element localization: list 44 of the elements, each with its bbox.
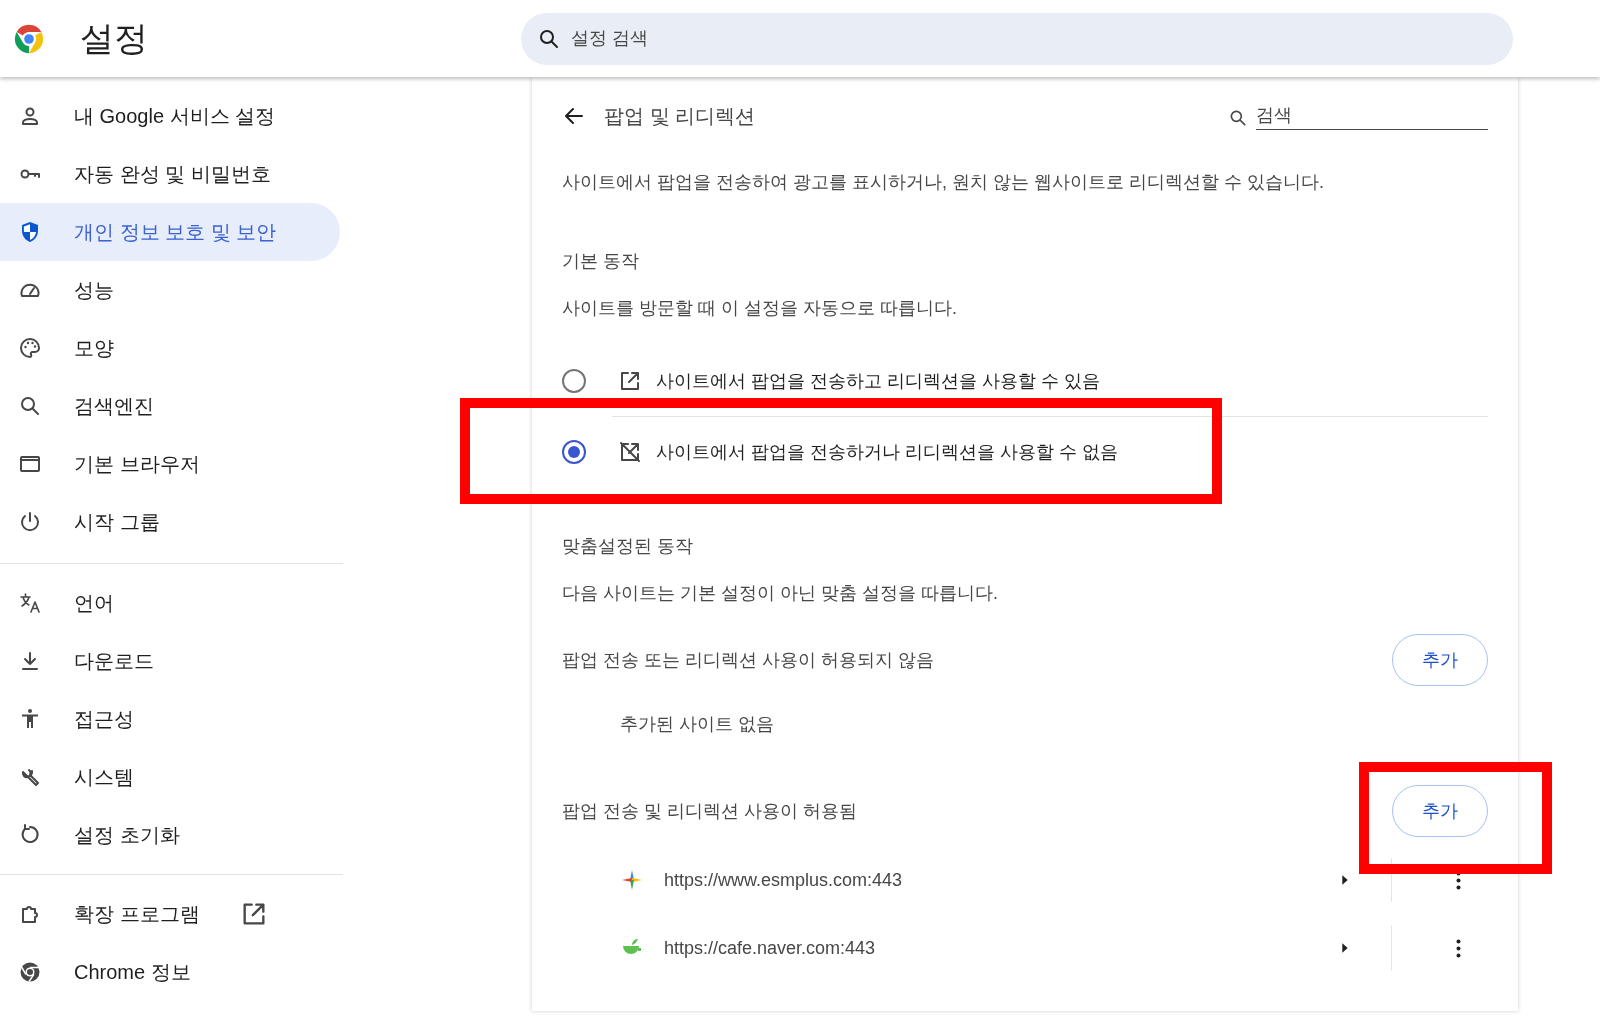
sidebar-item[interactable]: Chrome 정보: [0, 943, 340, 1001]
radio-button[interactable]: [562, 440, 586, 464]
site-url[interactable]: https://www.esmplus.com:443: [664, 866, 903, 894]
section-subtitle: 다음 사이트는 기본 설정이 아닌 맞춤 설정을 따릅니다.: [562, 582, 999, 605]
translate-icon: [18, 591, 42, 615]
chrome-icon: [18, 960, 42, 984]
search-icon: [18, 394, 42, 418]
option-label: 사이트에서 팝업을 전송하거나 리디렉션을 사용할 수 없음: [656, 440, 1118, 464]
sidebar-item[interactable]: 접근성: [0, 690, 340, 748]
sidebar-item[interactable]: 언어: [0, 574, 340, 632]
sidebar-item[interactable]: 기본 브라우저: [0, 435, 340, 493]
description-text: 사이트에서 팝업을 전송하여 광고를 표시하거나, 원치 않는 웹사이트로 리디렉션할 수 있습니다.: [562, 171, 1325, 194]
power-icon: [18, 510, 42, 534]
sidebar-item[interactable]: 시스템: [0, 748, 340, 806]
search-field[interactable]: 검색: [1256, 102, 1488, 130]
option-label: 사이트에서 팝업을 전송하고 리디렉션을 사용할 수 있음: [656, 369, 1100, 393]
sidebar-item[interactable]: 설정 초기화: [0, 806, 340, 864]
site-url[interactable]: https://cafe.naver.com:443: [664, 934, 876, 962]
empty-list-text: 추가된 사이트 없음: [619, 713, 775, 736]
sidebar-item[interactable]: 확장 프로그램: [0, 885, 340, 943]
radio-option[interactable]: 사이트에서 팝업을 전송하고 리디렉션을 사용할 수 있음: [562, 367, 1100, 395]
radio-option[interactable]: 사이트에서 팝업을 전송하거나 리디렉션을 사용할 수 없음: [562, 438, 1118, 466]
section-heading: 맞춤설정된 동작: [562, 535, 694, 558]
section-subtitle: 사이트를 방문할 때 이 설정을 자동으로 따릅니다.: [562, 297, 958, 320]
search-icon: [1228, 108, 1248, 128]
list-title: 팝업 전송 또는 리디렉션 사용이 허용되지 않음: [562, 648, 934, 672]
list-title: 팝업 전송 및 리디렉션 사용이 허용됨: [562, 799, 857, 823]
section-heading: 기본 동작: [562, 250, 640, 273]
more-vertical-icon: [1455, 938, 1461, 958]
app-title: 설정: [80, 18, 148, 59]
external-link-icon: [618, 369, 642, 393]
sidebar-item[interactable]: 자동 완성 및 비밀번호: [0, 145, 340, 203]
sidebar-item[interactable]: 모양: [0, 319, 340, 377]
sidebar-item[interactable]: 다운로드: [0, 632, 340, 690]
sidebar-item[interactable]: 개인 정보 보호 및 보안: [0, 203, 340, 261]
sidebar-item[interactable]: 시작 그룹: [0, 493, 340, 551]
sidebar-item[interactable]: 검색엔진: [0, 377, 340, 435]
page-title: 팝업 및 리디렉션: [604, 104, 756, 129]
search-field[interactable]: 설정 검색: [521, 12, 1513, 65]
sidebar-item[interactable]: 내 Google 서비스 설정: [0, 87, 340, 145]
sidebar-item[interactable]: 성능: [0, 261, 340, 319]
blocked-popup-icon: [618, 440, 642, 464]
palette-icon: [18, 336, 42, 360]
radio-button[interactable]: [562, 369, 586, 393]
